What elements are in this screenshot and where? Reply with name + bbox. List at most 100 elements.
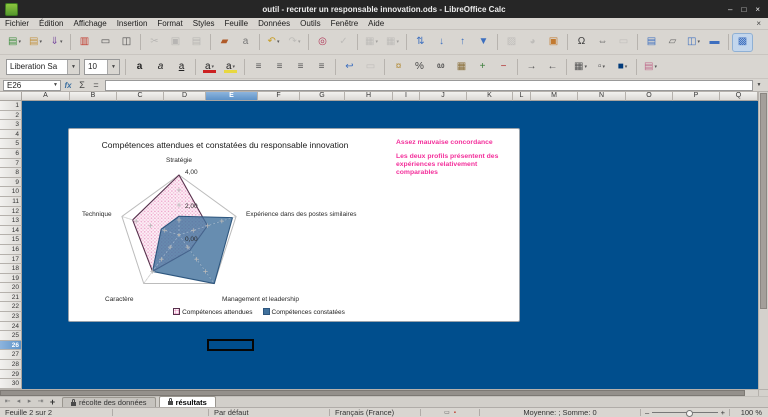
- borders-dropdown[interactable]: ▾: [584, 64, 587, 70]
- close-button[interactable]: ×: [755, 5, 760, 14]
- justified-button[interactable]: ≡: [312, 58, 331, 75]
- insert-hyperlink-button[interactable]: ⇔: [593, 34, 612, 51]
- percent-format-button[interactable]: %: [410, 58, 429, 75]
- row-header-14[interactable]: 14: [0, 226, 22, 236]
- row-header-29[interactable]: 29: [0, 370, 22, 380]
- select-all-corner[interactable]: [0, 92, 22, 101]
- row-header-1[interactable]: 1: [0, 101, 22, 111]
- row-header-9[interactable]: 9: [0, 178, 22, 188]
- row-header-16[interactable]: 16: [0, 245, 22, 255]
- row-header-22[interactable]: 22: [0, 302, 22, 312]
- column-header-K[interactable]: K: [467, 92, 513, 101]
- delete-decimal-place-button[interactable]: −: [494, 58, 513, 75]
- column-header-H[interactable]: H: [345, 92, 393, 101]
- row-header-28[interactable]: 28: [0, 360, 22, 370]
- border-style-dropdown[interactable]: ▾: [603, 64, 606, 70]
- bold-button[interactable]: a: [130, 58, 149, 75]
- open-button[interactable]: ▤▾: [26, 34, 45, 51]
- menu-item-7[interactable]: Données: [253, 19, 295, 28]
- background-color-button[interactable]: ■▾: [613, 58, 632, 75]
- clone-formatting-button[interactable]: ▰: [215, 34, 234, 51]
- selection-statistics[interactable]: Moyenne: ; Somme: 0: [480, 408, 640, 417]
- align-right-button[interactable]: ≡: [291, 58, 310, 75]
- previous-sheet-icon[interactable]: ◂: [13, 397, 24, 407]
- function-wizard-icon[interactable]: fx: [61, 81, 75, 90]
- zoom-slider-thumb[interactable]: [686, 410, 693, 417]
- row-header-27[interactable]: 27: [0, 350, 22, 360]
- vertical-scrollbar[interactable]: [758, 92, 768, 389]
- row-header-21[interactable]: 21: [0, 293, 22, 303]
- split-window-button[interactable]: ▬: [705, 34, 724, 51]
- special-character-button[interactable]: Ω: [572, 34, 591, 51]
- vertical-scrollbar-thumb[interactable]: [760, 93, 767, 309]
- menu-item-4[interactable]: Format: [152, 19, 187, 28]
- sort-ascending-button[interactable]: ↓: [432, 34, 451, 51]
- highlighting-color-button[interactable]: a▾: [221, 58, 240, 75]
- conditional-formatting-dropdown[interactable]: ▾: [654, 64, 657, 70]
- headers-and-footers-button[interactable]: ▤: [642, 34, 661, 51]
- highlighting-color-dropdown[interactable]: ▾: [233, 64, 236, 70]
- italic-button[interactable]: a: [151, 58, 170, 75]
- row-header-26[interactable]: 26: [0, 341, 22, 351]
- row-header-13[interactable]: 13: [0, 216, 22, 226]
- name-box[interactable]: E26 ▼: [3, 80, 61, 91]
- font-color-dropdown[interactable]: ▾: [212, 64, 215, 70]
- number-format-button[interactable]: 0.0: [431, 58, 450, 75]
- align-left-button[interactable]: ≡: [249, 58, 268, 75]
- sort-descending-button[interactable]: ↑: [453, 34, 472, 51]
- menu-item-5[interactable]: Styles: [188, 19, 220, 28]
- sort-button[interactable]: ⇅: [411, 34, 430, 51]
- row-header-18[interactable]: 18: [0, 264, 22, 274]
- column-header-B[interactable]: B: [70, 92, 117, 101]
- show-draw-functions-button[interactable]: ▩: [733, 34, 752, 51]
- minimize-button[interactable]: –: [728, 5, 732, 14]
- font-name-combo[interactable]: Liberation Sa ▼: [6, 59, 80, 75]
- menu-item-8[interactable]: Outils: [295, 19, 325, 28]
- open-dropdown[interactable]: ▾: [39, 39, 42, 45]
- menu-item-10[interactable]: Aide: [363, 19, 389, 28]
- row-header-8[interactable]: 8: [0, 168, 22, 178]
- row-header-19[interactable]: 19: [0, 274, 22, 284]
- print-button[interactable]: ▭: [96, 34, 115, 51]
- save-button[interactable]: ⇓▾: [47, 34, 66, 51]
- sheet-tab-1[interactable]: résultats: [159, 396, 216, 407]
- insert-column-dropdown[interactable]: ▾: [396, 39, 399, 45]
- row-header-30[interactable]: 30: [0, 379, 22, 389]
- new-document-button[interactable]: ▤▾: [5, 34, 24, 51]
- close-document-button[interactable]: ×: [756, 19, 768, 28]
- font-size-combo[interactable]: 10 ▼: [84, 59, 120, 75]
- menu-item-2[interactable]: Affichage: [68, 19, 111, 28]
- clear-formatting-button[interactable]: a: [236, 34, 255, 51]
- row-header-11[interactable]: 11: [0, 197, 22, 207]
- row-header-17[interactable]: 17: [0, 255, 22, 265]
- equals-icon[interactable]: =: [89, 80, 103, 90]
- row-header-6[interactable]: 6: [0, 149, 22, 159]
- menu-item-3[interactable]: Insertion: [112, 19, 153, 28]
- column-header-E[interactable]: E: [206, 92, 258, 101]
- horizontal-scrollbar[interactable]: [0, 389, 768, 396]
- add-decimal-place-button[interactable]: +: [473, 58, 492, 75]
- print-area-button[interactable]: ▱: [663, 34, 682, 51]
- sheet-tab-0[interactable]: récolte des données: [62, 397, 156, 407]
- border-style-button[interactable]: ▫▾: [592, 58, 611, 75]
- row-header-4[interactable]: 4: [0, 130, 22, 140]
- insert-row-dropdown[interactable]: ▾: [375, 39, 378, 45]
- add-sheet-button[interactable]: +: [46, 397, 59, 407]
- selection-mode-icon[interactable]: ▭: [444, 410, 450, 416]
- row-header-7[interactable]: 7: [0, 159, 22, 169]
- find-and-replace-button[interactable]: ◎: [313, 34, 332, 51]
- zoom-out-icon[interactable]: –: [645, 408, 649, 417]
- row-header-10[interactable]: 10: [0, 187, 22, 197]
- column-header-D[interactable]: D: [164, 92, 206, 101]
- expand-formula-bar-icon[interactable]: ▼: [753, 82, 765, 88]
- row-header-15[interactable]: 15: [0, 235, 22, 245]
- row-header-12[interactable]: 12: [0, 207, 22, 217]
- last-sheet-icon[interactable]: ⇥: [35, 397, 46, 407]
- insert-object-button[interactable]: ▣: [544, 34, 563, 51]
- export-pdf-button[interactable]: ▥: [75, 34, 94, 51]
- borders-button[interactable]: ▦▾: [571, 58, 590, 75]
- column-header-A[interactable]: A: [22, 92, 70, 101]
- document-modified-icon[interactable]: ▪: [454, 410, 456, 416]
- redo-dropdown[interactable]: ▾: [298, 39, 301, 45]
- row-header-2[interactable]: 2: [0, 111, 22, 121]
